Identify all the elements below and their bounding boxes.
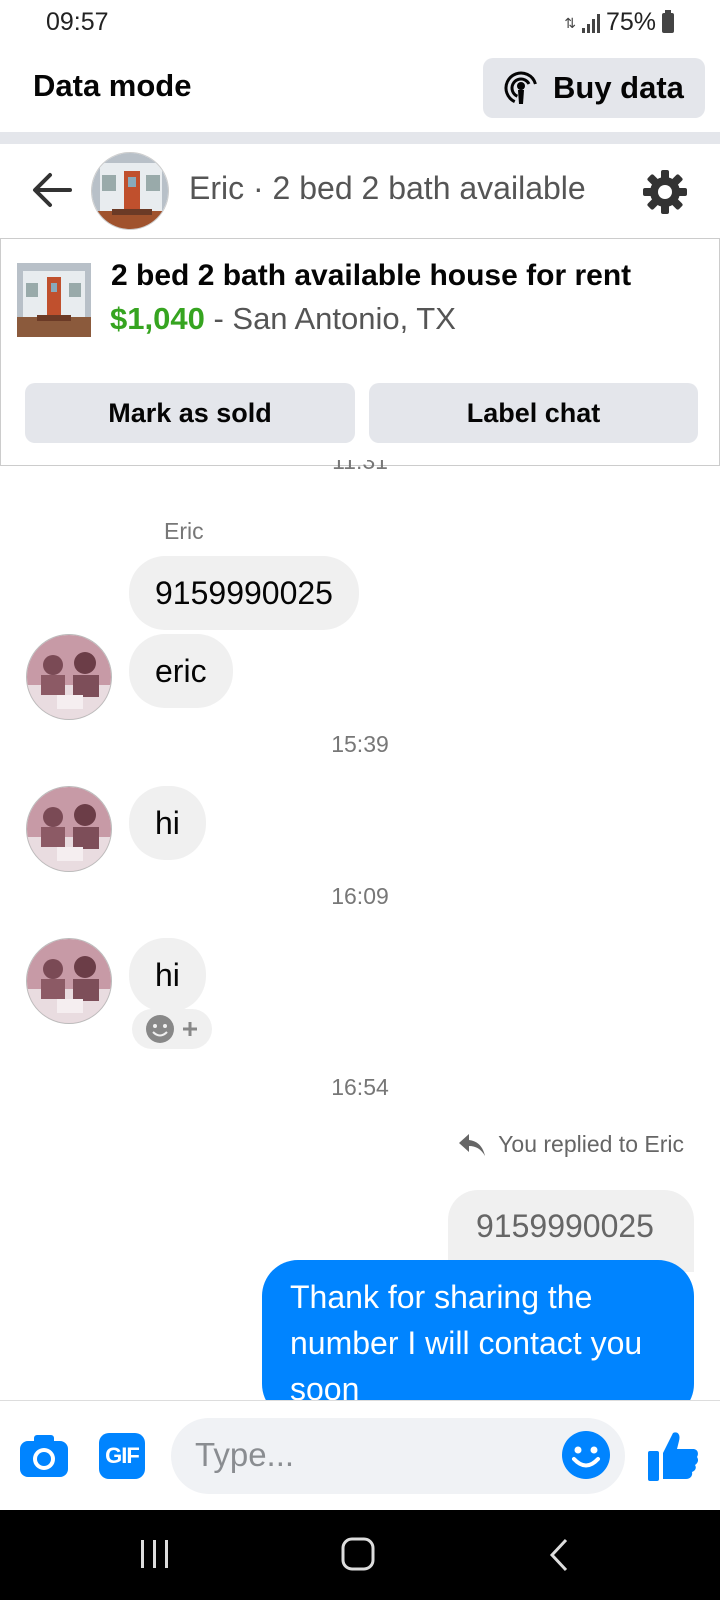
timestamp: 11:31 bbox=[332, 460, 388, 474]
message-input[interactable]: Type... bbox=[171, 1418, 625, 1494]
listing-subtitle: $1,040 - San Antonio, TX bbox=[110, 301, 456, 337]
timestamp: 16:09 bbox=[331, 883, 389, 909]
status-bar: 09:57 ⇅ 75% bbox=[0, 0, 720, 48]
avatar[interactable] bbox=[26, 634, 112, 720]
gear-icon[interactable] bbox=[641, 168, 689, 216]
mark-as-sold-button[interactable]: Mark as sold bbox=[25, 383, 355, 443]
divider bbox=[0, 132, 720, 144]
chat-header: Eric · 2 bed 2 bath available bbox=[0, 144, 720, 236]
emoji-icon[interactable] bbox=[561, 1430, 611, 1480]
listing-thumbnail[interactable] bbox=[17, 263, 91, 337]
back-arrow-icon[interactable] bbox=[30, 168, 74, 212]
listing-title: 2 bed 2 bath available house for rent bbox=[111, 259, 632, 292]
reply-indicator: You replied to Eric bbox=[458, 1131, 684, 1158]
message-text: eric bbox=[155, 652, 207, 689]
recent-apps-icon[interactable] bbox=[138, 1538, 172, 1570]
status-time: 09:57 bbox=[46, 8, 109, 36]
data-arrows-icon: ⇅ bbox=[564, 14, 576, 31]
emoji-icon bbox=[146, 1015, 174, 1043]
quoted-text: 9159990025 bbox=[476, 1208, 654, 1244]
avatar[interactable] bbox=[26, 786, 112, 872]
incoming-message[interactable]: hi bbox=[129, 786, 206, 860]
timestamp: 15:39 bbox=[331, 731, 389, 757]
message-text: 9159990025 bbox=[155, 574, 333, 611]
sender-name: Eric bbox=[164, 518, 204, 544]
outgoing-message[interactable]: Thank for sharing the number I will cont… bbox=[262, 1260, 694, 1420]
chat-title[interactable]: Eric · 2 bed 2 bath available bbox=[189, 170, 586, 207]
camera-icon[interactable] bbox=[18, 1431, 70, 1479]
composer-bar: GIF Type... bbox=[0, 1400, 720, 1510]
listing-price: $1,040 bbox=[110, 301, 205, 336]
data-mode-title: Data mode bbox=[33, 68, 192, 103]
reply-label: You replied to Eric bbox=[498, 1131, 684, 1157]
thumbs-up-icon[interactable] bbox=[646, 1429, 700, 1483]
incoming-message[interactable]: hi bbox=[129, 938, 206, 1012]
listing-location: San Antonio, TX bbox=[232, 301, 456, 336]
buy-data-button[interactable]: Buy data bbox=[483, 58, 705, 118]
message-text: hi bbox=[155, 956, 180, 993]
buy-data-label: Buy data bbox=[553, 70, 684, 105]
gif-button[interactable]: GIF bbox=[99, 1433, 145, 1479]
reply-icon bbox=[459, 1133, 486, 1156]
gif-icon: GIF bbox=[105, 1443, 140, 1468]
status-icons: ⇅ 75% bbox=[564, 8, 674, 37]
listing-separator: - bbox=[204, 301, 233, 336]
add-reaction-button[interactable] bbox=[132, 1009, 212, 1049]
timestamp: 16:54 bbox=[331, 1074, 389, 1100]
battery-percent: 75% bbox=[605, 8, 656, 36]
system-nav-bar bbox=[0, 1510, 720, 1600]
broadcast-icon bbox=[504, 71, 538, 105]
data-mode-bar: Data mode Buy data bbox=[0, 48, 720, 132]
label-chat-button[interactable]: Label chat bbox=[369, 383, 698, 443]
message-text: hi bbox=[155, 804, 180, 841]
battery-icon bbox=[662, 9, 674, 33]
message-text: Thank for sharing the number I will cont… bbox=[290, 1279, 643, 1407]
listing-card[interactable]: 2 bed 2 bath available house for rent $1… bbox=[0, 238, 720, 466]
home-icon[interactable] bbox=[340, 1536, 376, 1572]
incoming-message[interactable]: eric bbox=[129, 634, 233, 708]
plus-icon bbox=[183, 1022, 197, 1036]
listing-avatar[interactable] bbox=[91, 152, 169, 230]
incoming-message[interactable]: 9159990025 bbox=[129, 556, 359, 630]
nav-back-icon[interactable] bbox=[548, 1538, 570, 1572]
avatar[interactable] bbox=[26, 938, 112, 1024]
signal-icon bbox=[581, 13, 600, 33]
input-placeholder: Type... bbox=[195, 1436, 295, 1473]
